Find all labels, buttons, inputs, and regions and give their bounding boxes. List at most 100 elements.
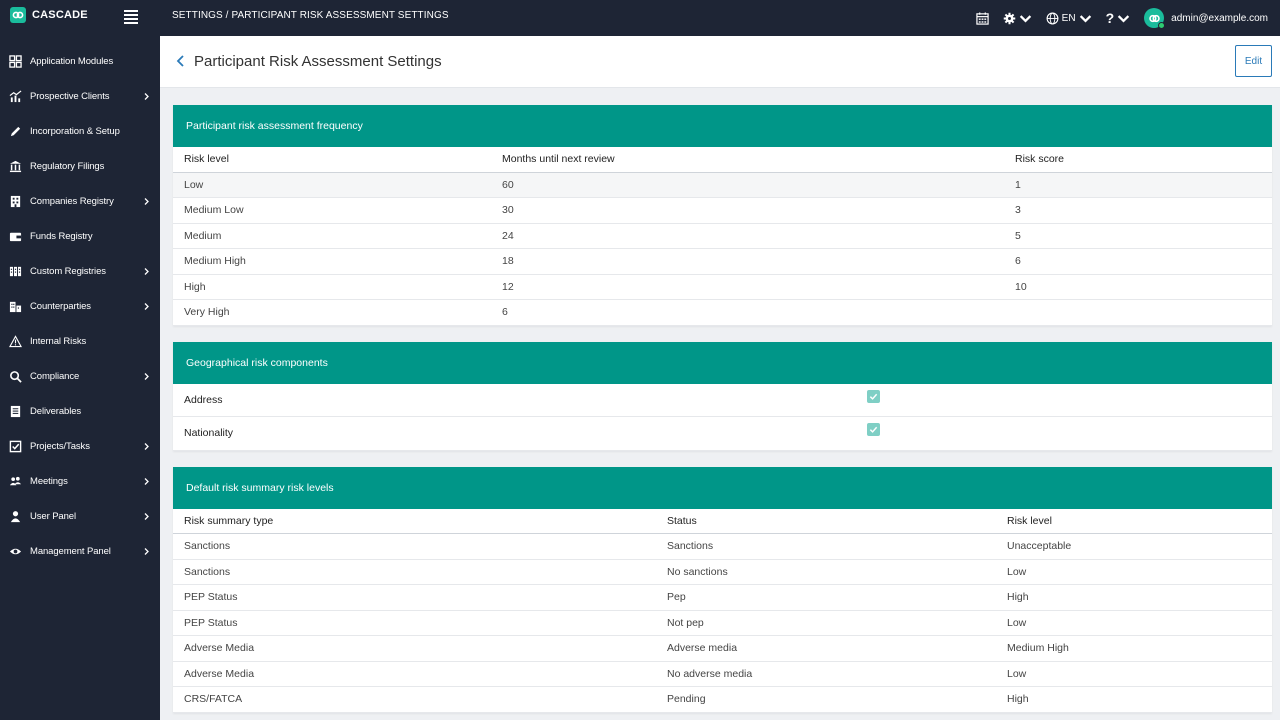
table-cell: PEP Status bbox=[173, 584, 656, 611]
sidebar-item-management-panel[interactable]: Management Panel bbox=[0, 534, 160, 569]
sidebar-item-custom-registries[interactable]: Custom Registries bbox=[0, 254, 160, 289]
chevron-right-icon bbox=[144, 303, 149, 310]
sidebar-item-companies-registry[interactable]: Companies Registry bbox=[0, 184, 160, 219]
breadcrumb: SETTINGS / PARTICIPANT RISK ASSESSMENT S… bbox=[172, 10, 449, 21]
check-icon bbox=[869, 393, 878, 400]
table-cell: Pending bbox=[656, 686, 996, 713]
page-header: Participant Risk Assessment Settings Edi… bbox=[160, 36, 1280, 88]
sidebar-item-label: User Panel bbox=[30, 511, 76, 522]
chevron-down-icon bbox=[1117, 14, 1130, 23]
summary-card: Default risk summary risk levels Risk su… bbox=[173, 466, 1272, 713]
edit-button[interactable]: Edit bbox=[1235, 45, 1272, 77]
checkbox[interactable] bbox=[867, 423, 880, 436]
user-menu[interactable]: admin@example.com bbox=[1144, 8, 1268, 29]
table-row: Very High 6 bbox=[173, 299, 1272, 326]
table-cell: Medium bbox=[173, 223, 491, 249]
language-dropdown[interactable]: EN bbox=[1046, 12, 1092, 25]
sidebar-item-application-modules[interactable]: Application Modules bbox=[0, 44, 160, 79]
table-row: Medium 24 5 bbox=[173, 223, 1272, 249]
people-icon bbox=[8, 475, 22, 489]
column-header-summary-type: Risk summary type bbox=[173, 508, 656, 534]
sidebar-item-deliverables[interactable]: Deliverables bbox=[0, 394, 160, 429]
table-row: Sanctions No sanctions Low bbox=[173, 559, 1272, 585]
table-row: Adverse Media No adverse media Low bbox=[173, 661, 1272, 687]
geo-card: Geographical risk components Address Nati… bbox=[173, 341, 1272, 451]
language-label: EN bbox=[1061, 12, 1076, 24]
sidebar-item-counterparties[interactable]: Counterparties bbox=[0, 289, 160, 324]
brand[interactable]: CASCADE bbox=[10, 7, 88, 23]
warning-icon bbox=[8, 335, 22, 349]
sidebar-item-compliance[interactable]: Compliance bbox=[0, 359, 160, 394]
table-cell: No sanctions bbox=[656, 559, 996, 585]
table-cell: Sanctions bbox=[656, 533, 996, 560]
calendar-button[interactable] bbox=[975, 11, 989, 25]
sidebar-item-label: Compliance bbox=[30, 371, 80, 382]
table-row: Adverse Media Adverse media Medium High bbox=[173, 635, 1272, 662]
table-cell: High bbox=[996, 686, 1272, 713]
columns-icon bbox=[8, 265, 22, 279]
table-cell: Adverse media bbox=[656, 635, 996, 662]
table-cell: Medium High bbox=[173, 248, 491, 275]
table-cell: Low bbox=[996, 559, 1272, 585]
page-title: Participant Risk Assessment Settings bbox=[194, 53, 442, 70]
table-cell: 6 bbox=[1004, 248, 1272, 275]
table-cell: Adverse Media bbox=[173, 661, 656, 687]
help-dropdown[interactable]: ? bbox=[1106, 10, 1131, 26]
sidebar-item-funds-registry[interactable]: Funds Registry bbox=[0, 219, 160, 254]
table-cell: 18 bbox=[491, 248, 1004, 275]
wallet-icon bbox=[8, 230, 22, 244]
sidebar-item-internal-risks[interactable]: Internal Risks bbox=[0, 324, 160, 359]
column-header-status: Status bbox=[656, 508, 996, 534]
table-row: High 12 10 bbox=[173, 274, 1272, 300]
table-row: Medium High 18 6 bbox=[173, 248, 1272, 275]
grid-icon bbox=[8, 55, 22, 69]
sidebar-item-label: Meetings bbox=[30, 476, 68, 487]
table-row: Low 60 1 bbox=[173, 172, 1272, 198]
frequency-card: Participant risk assessment frequency Ri… bbox=[173, 105, 1272, 326]
frequency-card-title: Participant risk assessment frequency bbox=[173, 105, 1272, 147]
table-cell: Not pep bbox=[656, 610, 996, 636]
table-cell: 6 bbox=[491, 299, 1004, 326]
avatar bbox=[1144, 8, 1166, 29]
sidebar-item-prospective-clients[interactable]: Prospective Clients bbox=[0, 79, 160, 114]
table-cell bbox=[1004, 299, 1272, 326]
table-cell: Pep bbox=[656, 584, 996, 611]
table-cell: Sanctions bbox=[173, 559, 656, 585]
sidebar-item-label: Companies Registry bbox=[30, 196, 114, 207]
sidebar-item-incorporation-setup[interactable]: Incorporation & Setup bbox=[0, 114, 160, 149]
table-cell: 30 bbox=[491, 197, 1004, 224]
sidebar-item-meetings[interactable]: Meetings bbox=[0, 464, 160, 499]
table-cell: High bbox=[996, 584, 1272, 611]
main-content: Participant risk assessment frequency Ri… bbox=[160, 88, 1280, 720]
sidebar-item-regulatory-filings[interactable]: Regulatory Filings bbox=[0, 149, 160, 184]
sidebar-item-projects-tasks[interactable]: Projects/Tasks bbox=[0, 429, 160, 464]
table-cell: 5 bbox=[1004, 223, 1272, 249]
table-cell: PEP Status bbox=[173, 610, 656, 636]
table-cell: Medium Low bbox=[173, 197, 491, 224]
geo-row-nationality: Nationality bbox=[173, 417, 1272, 451]
online-status-icon bbox=[1158, 22, 1166, 29]
table-row: PEP Status Not pep Low bbox=[173, 610, 1272, 636]
chevron-right-icon bbox=[144, 198, 149, 205]
table-cell: 1 bbox=[1004, 172, 1272, 198]
eye-icon bbox=[8, 545, 22, 559]
back-chevron-icon[interactable] bbox=[176, 54, 186, 68]
user-icon bbox=[8, 510, 22, 524]
table-cell: 10 bbox=[1004, 274, 1272, 300]
settings-dropdown[interactable] bbox=[1003, 12, 1032, 25]
table-cell: 60 bbox=[491, 172, 1004, 198]
column-header-risk-level: Risk level bbox=[996, 508, 1272, 534]
column-header-months: Months until next review bbox=[491, 147, 1004, 173]
chevron-right-icon bbox=[144, 478, 149, 485]
table-cell: 12 bbox=[491, 274, 1004, 300]
chevron-right-icon bbox=[144, 373, 149, 380]
table-row: CRS/FATCA Pending High bbox=[173, 686, 1272, 713]
sidebar-item-user-panel[interactable]: User Panel bbox=[0, 499, 160, 534]
top-right-toolbar: EN ? admin@example.com bbox=[975, 4, 1268, 32]
sidebar-item-label: Internal Risks bbox=[30, 336, 87, 347]
user-email: admin@example.com bbox=[1171, 12, 1268, 24]
sidebar-item-label: Regulatory Filings bbox=[30, 161, 105, 172]
checkbox[interactable] bbox=[867, 389, 880, 403]
sidebar-item-label: Deliverables bbox=[30, 406, 82, 417]
menu-toggle-icon[interactable] bbox=[124, 9, 138, 25]
